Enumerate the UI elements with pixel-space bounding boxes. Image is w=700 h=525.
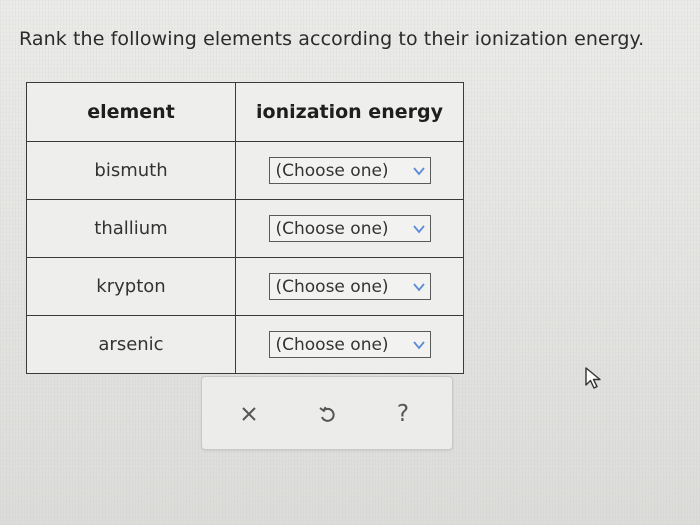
rank-select-arsenic[interactable]: (Choose one) [268, 331, 431, 358]
chevron-down-icon [412, 224, 425, 233]
undo-button[interactable] [312, 399, 342, 429]
rank-select-cell: (Choose one) [235, 141, 464, 200]
ranking-table: element ionization energy bismuth (Choos… [26, 82, 464, 374]
help-button[interactable]: ? [388, 399, 418, 429]
screen: Rank the following elements according to… [0, 0, 700, 525]
column-header-element: element [26, 82, 236, 142]
element-name-bismuth: bismuth [26, 141, 236, 200]
chevron-down-icon [412, 282, 425, 291]
chevron-down-icon [412, 166, 425, 175]
mouse-cursor-icon [585, 367, 601, 389]
select-value: (Choose one) [275, 160, 389, 181]
element-name-arsenic: arsenic [26, 315, 236, 374]
undo-icon [319, 406, 335, 422]
table-row: bismuth (Choose one) [26, 141, 464, 200]
help-icon: ? [396, 401, 410, 427]
answer-action-bar: ? [201, 376, 453, 450]
clear-answer-button[interactable] [234, 399, 264, 429]
chevron-down-icon [412, 340, 425, 349]
select-value: (Choose one) [275, 276, 389, 297]
table-row: arsenic (Choose one) [26, 315, 464, 374]
select-value: (Choose one) [275, 334, 389, 355]
close-icon [242, 407, 256, 421]
select-value: (Choose one) [275, 218, 389, 239]
column-header-ionization-energy: ionization energy [235, 82, 464, 142]
element-name-thallium: thallium [26, 199, 236, 258]
question-prompt: Rank the following elements according to… [19, 28, 645, 50]
rank-select-cell: (Choose one) [235, 315, 464, 374]
rank-select-cell: (Choose one) [235, 257, 464, 316]
table-row: thallium (Choose one) [26, 199, 464, 258]
rank-select-cell: (Choose one) [235, 199, 464, 258]
rank-select-krypton[interactable]: (Choose one) [268, 273, 431, 300]
table-row: krypton (Choose one) [26, 257, 464, 316]
table-header-row: element ionization energy [26, 82, 464, 142]
element-name-krypton: krypton [26, 257, 236, 316]
rank-select-bismuth[interactable]: (Choose one) [268, 157, 431, 184]
rank-select-thallium[interactable]: (Choose one) [268, 215, 431, 242]
